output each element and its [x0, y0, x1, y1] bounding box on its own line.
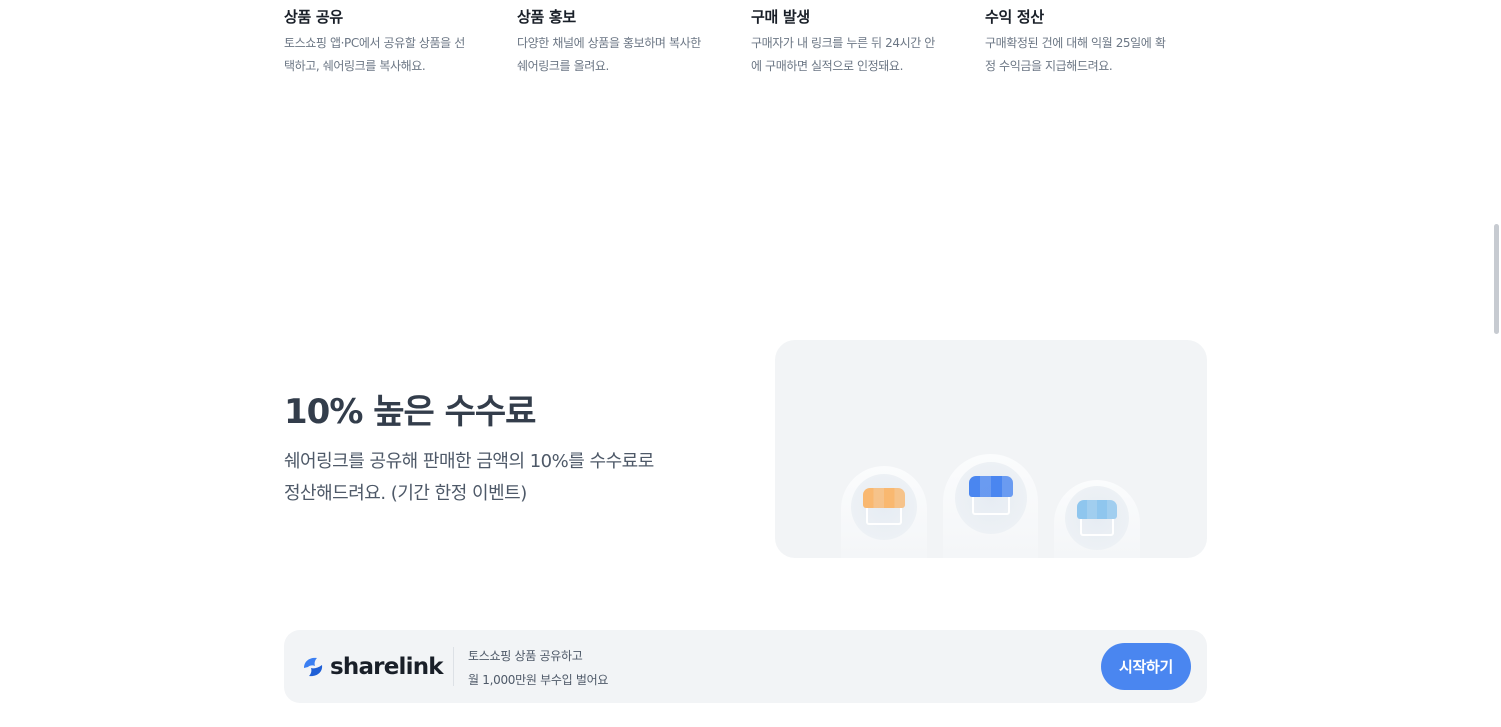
- start-button[interactable]: 시작하기: [1101, 643, 1191, 690]
- logo-text: sharelink: [330, 654, 444, 680]
- step-title: 구매 발생: [751, 8, 810, 26]
- store-pillar: [943, 454, 1038, 558]
- step-description: 구매확정된 건에 대해 익월 25일에 확 정 수익금을 지급해드려요.: [985, 32, 1200, 78]
- scrollbar-thumb[interactable]: [1494, 224, 1499, 334]
- store-awning: [863, 488, 905, 508]
- sharelink-logo[interactable]: sharelink: [300, 654, 444, 680]
- page: 상품 공유 토스쇼핑 앱·PC에서 공유할 상품을 선 택하고, 쉐어링크를 복…: [0, 0, 1501, 727]
- scrollbar[interactable]: [1493, 0, 1501, 727]
- store-awning: [1077, 500, 1117, 519]
- step-description-line: 쉐어링크를 올려요.: [517, 59, 609, 73]
- step-description-line: 택하고, 쉐어링크를 복사해요.: [284, 59, 426, 73]
- store-icon: [968, 476, 1013, 518]
- feature-description-line: 정산해드려요. (기간 한정 이벤트): [284, 483, 527, 504]
- step-title: 수익 정산: [985, 8, 1044, 26]
- step-description-line: 에 구매하면 실적으로 인정돼요.: [751, 59, 903, 73]
- step-purchase: 구매 발생 구매자가 내 링크를 누른 뒤 24시간 안 에 구매하면 실적으로…: [751, 6, 966, 78]
- step-description-line: 정 수익금을 지급해드려요.: [985, 59, 1113, 73]
- feature-title: 10% 높은 수수료: [284, 392, 536, 432]
- step-description-line: 구매확정된 건에 대해 익월 25일에 확: [985, 36, 1166, 50]
- store-stand: [971, 497, 1010, 515]
- store-stand: [866, 508, 902, 525]
- sharelink-logo-icon: [304, 657, 323, 677]
- store-pillar: [841, 466, 927, 558]
- step-description-line: 다양한 채널에 상품을 홍보하며 복사한: [517, 36, 701, 50]
- banner-text-line: 토스쇼핑 상품 공유하고: [468, 649, 583, 663]
- store-illustration: [775, 340, 1207, 558]
- store-icon: [1077, 500, 1117, 540]
- sharelink-banner: sharelink 토스쇼핑 상품 공유하고 월 1,000만원 부수입 벌어요…: [284, 630, 1207, 703]
- step-description: 토스쇼핑 앱·PC에서 공유할 상품을 선 택하고, 쉐어링크를 복사해요.: [284, 32, 499, 78]
- step-description-line: 토스쇼핑 앱·PC에서 공유할 상품을 선: [284, 36, 465, 50]
- step-share: 상품 공유 토스쇼핑 앱·PC에서 공유할 상품을 선 택하고, 쉐어링크를 복…: [284, 6, 499, 78]
- store-awning: [968, 476, 1013, 497]
- logo-mark-top: [304, 657, 317, 668]
- divider: [453, 647, 454, 686]
- feature-description-line: 쉐어링크를 공유해 판매한 금액의 10%를 수수료로: [284, 451, 654, 472]
- banner-text-line: 월 1,000만원 부수입 벌어요: [468, 673, 609, 687]
- logo-mark-bottom: [309, 665, 323, 677]
- feature-description: 쉐어링크를 공유해 판매한 금액의 10%를 수수료로 정산해드려요. (기간 …: [284, 446, 704, 510]
- step-description: 다양한 채널에 상품을 홍보하며 복사한 쉐어링크를 올려요.: [517, 32, 732, 78]
- step-description: 구매자가 내 링크를 누른 뒤 24시간 안 에 구매하면 실적으로 인정돼요.: [751, 32, 966, 78]
- store-pillar: [1054, 480, 1140, 558]
- store-icon: [863, 488, 905, 528]
- banner-text: 토스쇼핑 상품 공유하고 월 1,000만원 부수입 벌어요: [468, 644, 608, 692]
- step-title: 상품 홍보: [517, 8, 576, 26]
- step-description-line: 구매자가 내 링크를 누른 뒤 24시간 안: [751, 36, 935, 50]
- step-title: 상품 공유: [284, 8, 343, 26]
- step-settlement: 수익 정산 구매확정된 건에 대해 익월 25일에 확 정 수익금을 지급해드려…: [985, 6, 1200, 78]
- store-stand: [1080, 519, 1114, 536]
- step-promote: 상품 홍보 다양한 채널에 상품을 홍보하며 복사한 쉐어링크를 올려요.: [517, 6, 732, 78]
